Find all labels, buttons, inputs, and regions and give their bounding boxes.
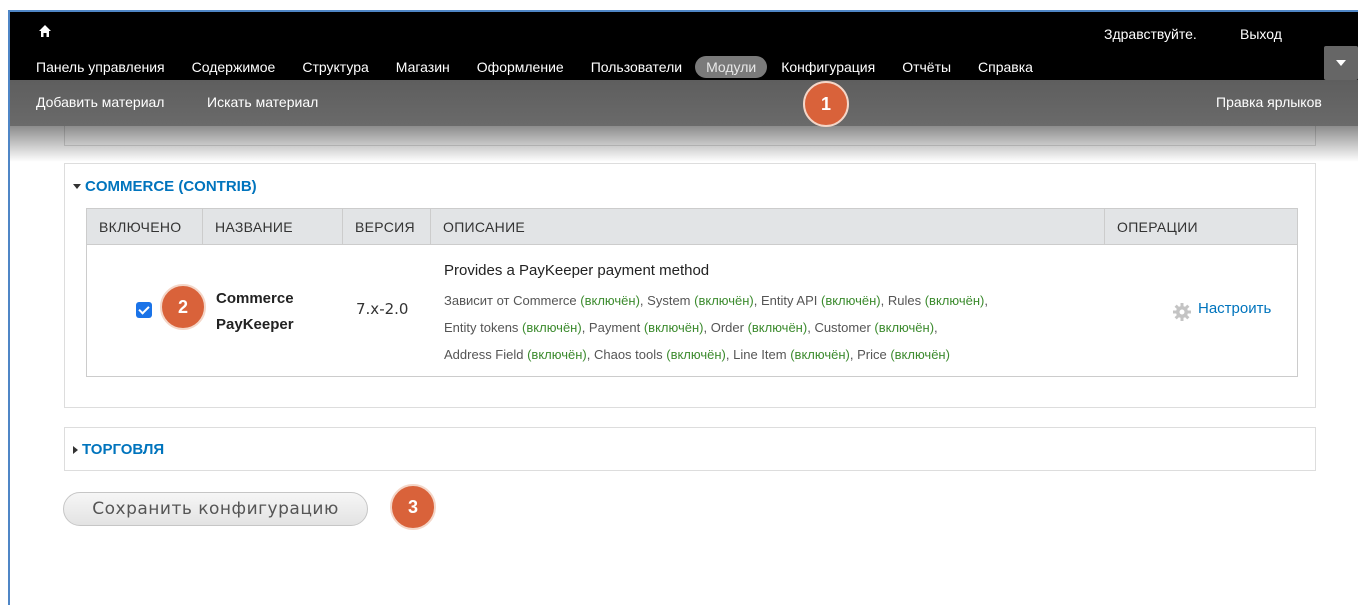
dependency-name: Entity tokens (444, 320, 523, 335)
dependency-name: Address Field (444, 347, 528, 362)
dependency-status: (включён) (747, 320, 808, 335)
menu-item-structure[interactable]: Структура (302, 59, 368, 75)
fieldset-trade: ТОРГОВЛЯ (64, 427, 1316, 471)
step-badge-3: 3 (390, 484, 436, 530)
configure-link[interactable]: Настроить (1198, 300, 1271, 317)
depends-on-label: Зависит от (444, 293, 514, 308)
module-description: Provides a PayKeeper payment method (444, 262, 710, 279)
toolbar-shadow (10, 126, 1358, 162)
fieldset-title: COMMERCE (CONTRIB) (85, 178, 257, 195)
admin-toolbar: Панель управления Содержимое Структура М… (10, 12, 1358, 80)
column-header-name: НАЗВАНИЕ (202, 208, 343, 245)
step-badge-2: 2 (160, 284, 206, 330)
dependency-name: Line Item (733, 347, 791, 362)
column-header-description: ОПИСАНИЕ (430, 208, 1105, 245)
fieldset-legend-commerce-contrib[interactable]: COMMERCE (CONTRIB) (73, 178, 257, 195)
dependency-name: Chaos tools (593, 347, 667, 362)
module-name-line-2: PayKeeper (216, 316, 294, 333)
dependency-name: Customer (814, 320, 875, 335)
edit-shortcuts-link[interactable]: Правка ярлыков (1216, 94, 1322, 110)
dependency-status: (включён) (924, 293, 985, 308)
dependency-status: (включён) (666, 347, 726, 362)
shortcut-find-content[interactable]: Искать материал (207, 94, 318, 110)
menu-item-people[interactable]: Пользователи (591, 59, 682, 75)
dependency-name: Entity API (761, 293, 821, 308)
shortcuts-bar: Добавить материал Искать материал Правка… (10, 80, 1358, 126)
menu-item-modules[interactable]: Модули (695, 56, 768, 78)
menu-item-configuration[interactable]: Конфигурация (781, 59, 875, 75)
dependency-status: (включён) (522, 320, 582, 335)
dependency-name: Rules (887, 293, 925, 308)
dependency-name: System (647, 293, 695, 308)
expand-triangle-icon (73, 445, 78, 454)
step-badge-1: 1 (803, 81, 849, 127)
dependency-status: (включён) (790, 347, 850, 362)
fieldset-legend-trade[interactable]: ТОРГОВЛЯ (73, 441, 164, 458)
module-version: 7.x-2.0 (356, 300, 409, 318)
dependency-status: (включён) (874, 320, 935, 335)
menu-item-help[interactable]: Справка (978, 59, 1033, 75)
logout-link[interactable]: Выход (1240, 26, 1282, 42)
module-name: Commerce PayKeeper (216, 286, 294, 338)
save-configuration-button[interactable]: Сохранить конфигурацию (63, 492, 368, 526)
dependency-status: (включён) (527, 347, 587, 362)
dependency-status: (включён) (643, 320, 704, 335)
module-dependencies: Зависит от Commerce (включён), System (в… (444, 293, 988, 362)
dependency-status: (включён) (694, 293, 754, 308)
chevron-down-icon (1336, 60, 1346, 66)
column-header-version: ВЕРСИЯ (342, 208, 431, 245)
module-enabled-checkbox[interactable] (136, 302, 152, 318)
home-icon[interactable] (38, 24, 52, 38)
dependency-status: (включён) (820, 293, 881, 308)
column-header-enabled: ВКЛЮЧЕНО (86, 208, 203, 245)
menu-item-appearance[interactable]: Оформление (477, 59, 564, 75)
collapse-triangle-icon (73, 184, 81, 189)
dependency-status: (включён) (890, 347, 950, 362)
menu-item-reports[interactable]: Отчёты (902, 59, 951, 75)
gear-icon[interactable] (1172, 302, 1192, 322)
module-name-line-1: Commerce (216, 290, 294, 307)
dependency-name: Commerce (513, 293, 581, 308)
user-greeting-link[interactable]: Здравствуйте. (1104, 26, 1197, 42)
toolbar-drawer-toggle[interactable] (1324, 46, 1358, 80)
shortcut-add-content[interactable]: Добавить материал (36, 94, 164, 110)
column-header-operations: ОПЕРАЦИИ (1104, 208, 1298, 245)
dependency-name: Order (710, 320, 748, 335)
dependency-status: (включён) (580, 293, 640, 308)
dependency-name: Payment (588, 320, 644, 335)
dependency-name: Price (857, 347, 891, 362)
admin-menu: Панель управления Содержимое Структура М… (36, 56, 1060, 78)
fieldset-title: ТОРГОВЛЯ (82, 441, 165, 458)
menu-item-store[interactable]: Магазин (396, 59, 450, 75)
menu-item-content[interactable]: Содержимое (192, 59, 276, 75)
menu-item-dashboard[interactable]: Панель управления (36, 59, 165, 75)
